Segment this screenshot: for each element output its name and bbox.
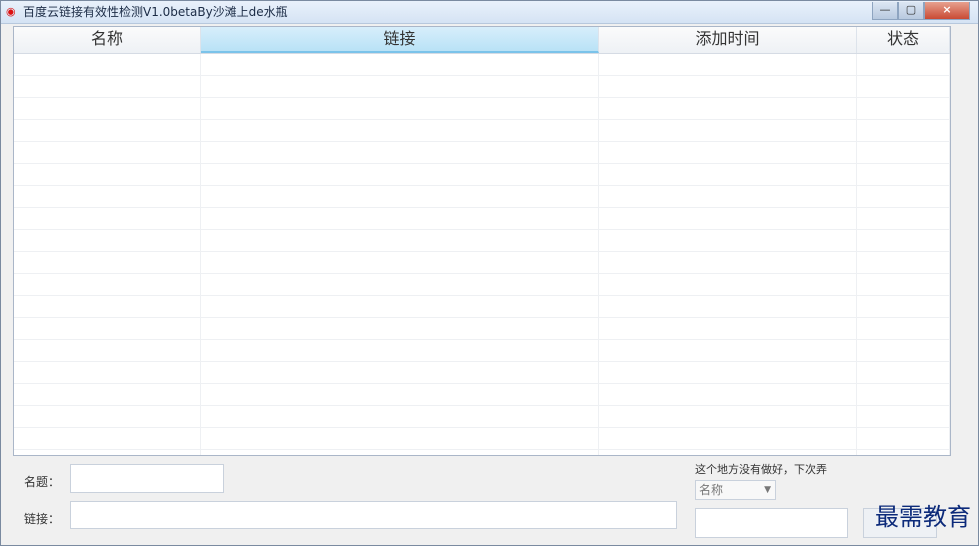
entry-panel: 名题： 链接： 这个地方没有做好，下次弄 名称 ▼	[11, 461, 969, 543]
chevron-down-icon: ▼	[764, 485, 771, 495]
column-header-added-time[interactable]: 添加时间	[599, 27, 857, 53]
column-header-name[interactable]: 名称	[14, 27, 201, 53]
column-header-status[interactable]: 状态	[857, 27, 950, 53]
search-input[interactable]	[695, 508, 848, 538]
table-row[interactable]	[14, 120, 950, 142]
table-row[interactable]	[14, 296, 950, 318]
table-body	[14, 54, 950, 455]
table-row[interactable]	[14, 384, 950, 406]
maximize-button[interactable]: ▢	[898, 2, 924, 20]
table-header: 名称 链接 添加时间 状态	[14, 27, 950, 54]
app-window: ◉ 百度云链接有效性检测V1.0betaBy沙滩上de水瓶 — ▢ × 名称 链…	[0, 0, 979, 546]
table-row[interactable]	[14, 164, 950, 186]
close-icon: ×	[942, 3, 952, 16]
app-logo-icon: ◉	[6, 5, 16, 18]
table-row[interactable]	[14, 208, 950, 230]
table-row[interactable]	[14, 450, 950, 455]
name-label: 名题：	[24, 475, 61, 489]
table-row[interactable]	[14, 340, 950, 362]
link-input[interactable]	[70, 501, 677, 529]
filter-select[interactable]: 名称 ▼	[695, 480, 776, 500]
table-row[interactable]	[14, 186, 950, 208]
column-header-link[interactable]: 链接	[201, 27, 599, 53]
table-row[interactable]	[14, 428, 950, 450]
link-label: 链接：	[24, 512, 61, 526]
minimize-button[interactable]: —	[872, 2, 898, 20]
table-row[interactable]	[14, 76, 950, 98]
name-input[interactable]	[70, 464, 224, 493]
close-button[interactable]: ×	[924, 2, 970, 20]
window-controls: — ▢ ×	[872, 2, 970, 20]
table-row[interactable]	[14, 252, 950, 274]
table-row[interactable]	[14, 318, 950, 340]
watermark-text: 最需教育	[875, 503, 971, 531]
window-title: 百度云链接有效性检测V1.0betaBy沙滩上de水瓶	[23, 5, 288, 19]
maximize-icon: ▢	[905, 3, 917, 16]
table-row[interactable]	[14, 274, 950, 296]
table-row[interactable]	[14, 362, 950, 384]
table-row[interactable]	[14, 54, 950, 76]
todo-note: 这个地方没有做好，下次弄	[695, 463, 827, 476]
title-bar: ◉ 百度云链接有效性检测V1.0betaBy沙滩上de水瓶 — ▢ ×	[1, 1, 978, 24]
table-row[interactable]	[14, 142, 950, 164]
minimize-icon: —	[879, 3, 891, 16]
table-row[interactable]	[14, 98, 950, 120]
table-row[interactable]	[14, 406, 950, 428]
table-row[interactable]	[14, 230, 950, 252]
link-table[interactable]: 名称 链接 添加时间 状态	[13, 26, 951, 456]
